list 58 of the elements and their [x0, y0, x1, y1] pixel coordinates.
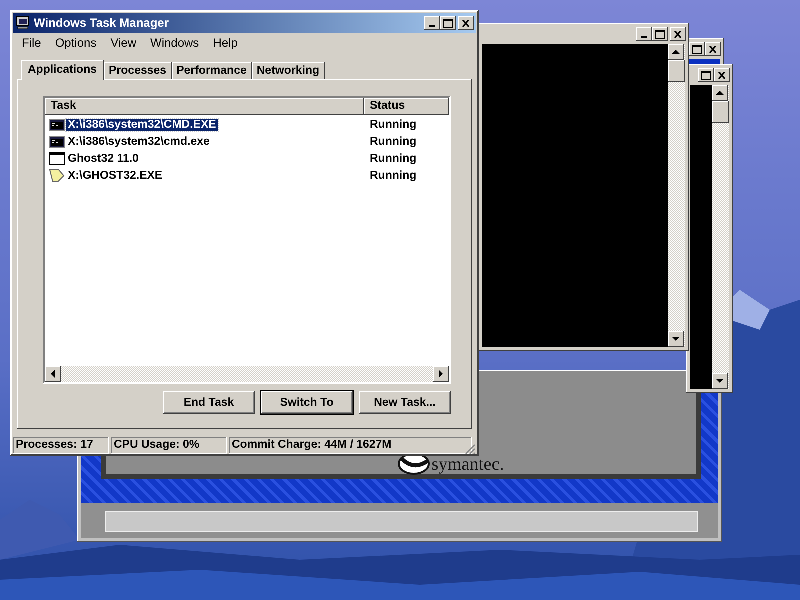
maximize-button[interactable]	[652, 27, 668, 41]
maximize-button[interactable]	[689, 42, 705, 56]
logo-text: symantec.	[432, 454, 504, 474]
tab[interactable]: Applications	[21, 60, 104, 80]
close-icon	[718, 72, 726, 78]
tab[interactable]: Networking	[252, 62, 324, 79]
task-name[interactable]: X:\i386\system32\CMD.EXE	[66, 118, 218, 130]
scroll-thumb[interactable]	[712, 101, 729, 123]
console-icon	[49, 136, 65, 148]
window-icon	[49, 152, 65, 165]
minimize-button[interactable]	[636, 27, 652, 41]
task-name[interactable]: Ghost32 11.0	[66, 152, 141, 164]
scroll-up-button[interactable]	[712, 85, 728, 101]
tab[interactable]: Processes	[104, 62, 172, 79]
menu-item[interactable]: File	[15, 35, 48, 51]
close-icon	[674, 30, 682, 38]
action-button[interactable]: Switch To	[261, 391, 353, 414]
action-button[interactable]: New Task...	[359, 391, 451, 414]
task-status: Running	[369, 136, 418, 148]
close-button[interactable]	[670, 27, 686, 41]
close-icon	[709, 46, 717, 52]
scroll-down-button[interactable]	[712, 373, 728, 389]
status-text: CPU Usage: 0%	[111, 436, 227, 454]
scroll-down-button[interactable]	[668, 331, 684, 347]
menu-item[interactable]: Help	[206, 35, 245, 51]
menu-item[interactable]: Options	[48, 35, 104, 51]
close-button[interactable]	[714, 68, 730, 82]
task-status: Running	[369, 170, 418, 182]
console-icon	[49, 118, 65, 130]
column-header[interactable]: Status	[364, 98, 449, 115]
scroll-up-button[interactable]	[668, 44, 684, 60]
window-title: Windows Task Manager	[34, 16, 170, 30]
menu-item[interactable]: View	[104, 35, 144, 51]
close-button[interactable]	[705, 42, 721, 56]
close-icon	[462, 20, 470, 26]
tab[interactable]: Performance	[172, 62, 252, 79]
status-text: Commit Charge: 44M / 1627M	[229, 436, 472, 454]
status-text: Processes: 17	[13, 436, 109, 454]
scrollbar[interactable]	[712, 85, 729, 389]
scroll-right-button[interactable]	[433, 366, 449, 382]
action-button[interactable]: End Task	[163, 391, 255, 414]
scrollbar[interactable]	[668, 44, 685, 347]
maximize-button[interactable]	[698, 68, 714, 82]
task-name[interactable]: X:\GHOST32.EXE	[66, 170, 165, 182]
resize-grip-icon[interactable]	[464, 443, 476, 455]
scroll-left-button[interactable]	[45, 366, 61, 382]
document-icon	[49, 168, 65, 182]
monitor-icon	[16, 16, 30, 30]
menu-item[interactable]: Windows	[144, 35, 206, 51]
column-header[interactable]: Task	[45, 98, 364, 115]
task-name[interactable]: X:\i386\system32\cmd.exe	[66, 136, 212, 148]
scrollbar[interactable]	[45, 366, 449, 382]
task-status: Running	[369, 152, 418, 164]
task-status: Running	[369, 118, 418, 130]
minimize-button[interactable]	[424, 16, 440, 30]
close-button[interactable]	[458, 16, 474, 30]
maximize-button[interactable]	[440, 16, 456, 30]
scroll-thumb[interactable]	[668, 60, 685, 82]
